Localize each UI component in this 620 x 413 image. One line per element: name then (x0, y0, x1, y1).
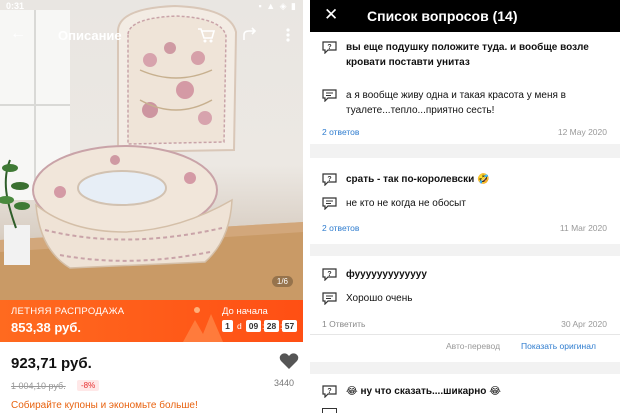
question-text: фууууууууууууу (346, 269, 427, 280)
question: ? вы еще подушку положите туда. и вообще… (322, 40, 612, 70)
questions-title: Список вопросов (14) (367, 8, 518, 24)
answer-text: Хорошо очень (346, 293, 413, 304)
countdown-seconds: 57 (282, 320, 297, 332)
clock: 0:31 (6, 1, 25, 11)
countdown-hours: 09 (246, 320, 261, 332)
countdown-label: До начала (222, 306, 268, 317)
answers-count-link[interactable]: 2 ответов (322, 223, 359, 233)
product-screen: 0:31 ▪ ▲ ◈ ▮ ← Описание 1/6 ЛЕТНЯЯ РАСПР… (0, 0, 303, 413)
question-bubble-icon: ? (322, 268, 337, 281)
answer: а я вообще живу одна и такая красота у м… (322, 88, 612, 118)
coupon-message[interactable]: Собирайте купоны и экономьте больше! (11, 400, 198, 411)
answer-bubble-icon (322, 197, 337, 210)
question: ? фууууууууууууу (322, 267, 612, 282)
show-original-link[interactable]: Показать оригинал (521, 341, 596, 351)
more-icon[interactable] (284, 26, 292, 44)
svg-text:?: ? (327, 271, 331, 278)
question-date: 30 Apr 2020 (561, 319, 607, 329)
answers-count-link[interactable]: 2 ответов (322, 127, 359, 137)
product-image[interactable]: 0:31 ▪ ▲ ◈ ▮ ← Описание 1/6 (0, 0, 303, 300)
product-price: 923,71 руб. (11, 355, 92, 372)
sale-label: ЛЕТНЯЯ РАСПРОДАЖА (11, 306, 125, 317)
answer: Хорошо очень (322, 291, 612, 306)
status-indicators: ▪ ▲ ◈ ▮ (258, 1, 297, 11)
question: ? срать - так по-королевски 🤣 (322, 172, 612, 187)
countdown-days-suffix: d (237, 321, 242, 331)
answer-bubble-icon (322, 292, 337, 305)
answer-text: а я вообще живу одна и такая красота у м… (346, 90, 566, 116)
question-text: 😂 ну что сказать....шикарно 😂 (346, 386, 501, 397)
questions-screen: ✕ Список вопросов (14) ? вы еще подушку … (310, 0, 620, 413)
share-icon[interactable] (240, 26, 260, 44)
answer-bubble-icon (322, 408, 337, 413)
svg-text:?: ? (327, 388, 331, 395)
question-card[interactable]: ? срать - так по-королевски 🤣 не кто не … (310, 158, 620, 244)
question-date: 11 Mar 2020 (559, 223, 607, 233)
arrow-left-icon[interactable]: ← (10, 25, 26, 43)
answer-text: не кто не когда не обосыт (346, 198, 466, 209)
auto-translate-label: Авто-перевод (446, 341, 501, 351)
status-bar: 0:31 ▪ ▲ ◈ ▮ (0, 0, 303, 14)
countdown-days: 1 (222, 320, 233, 332)
question-bubble-icon: ? (322, 41, 337, 54)
answer-bubble-icon (322, 89, 337, 102)
question-card[interactable]: ? вы еще подушку положите туда. и вообще… (310, 32, 620, 144)
question-card[interactable]: ? 😂 ну что сказать....шикарно 😂 (310, 374, 620, 413)
discount-badge: -8% (77, 380, 100, 391)
image-page-indicator: 1/6 (271, 276, 293, 287)
reply-link[interactable]: 1 Ответить (322, 319, 365, 329)
sale-price: 853,38 руб. (11, 320, 82, 335)
heart-icon[interactable] (279, 352, 299, 370)
question-card[interactable]: ? фууууууууууууу Хорошо очень 1 Ответить… (310, 256, 620, 362)
summer-sale-banner[interactable]: ЛЕТНЯЯ РАСПРОДАЖА 853,38 руб. До начала … (0, 300, 303, 342)
question-text: вы еще подушку положите туда. и вообще в… (346, 42, 589, 68)
page-title: Описание (58, 28, 122, 43)
svg-text:?: ? (327, 176, 331, 183)
question-bubble-icon: ? (322, 385, 337, 398)
question-bubble-icon: ? (322, 173, 337, 186)
answer: не кто не когда не обосыт (322, 196, 612, 211)
question-date: 12 May 2020 (557, 127, 607, 137)
sale-ornament-icon (183, 307, 223, 342)
divider (310, 334, 620, 335)
old-price: 1 004,10 руб. (11, 381, 66, 391)
favorite-count: 3440 (274, 378, 295, 388)
question-text: срать - так по-королевски 🤣 (346, 174, 490, 185)
questions-header: ✕ Список вопросов (14) (310, 0, 620, 32)
cart-icon[interactable] (196, 26, 216, 44)
countdown-minutes: 28 (264, 320, 279, 332)
app-bar: ← Описание (0, 22, 303, 48)
question: ? 😂 ну что сказать....шикарно 😂 (322, 384, 612, 399)
close-icon[interactable]: ✕ (324, 5, 338, 25)
svg-text:?: ? (327, 44, 331, 51)
